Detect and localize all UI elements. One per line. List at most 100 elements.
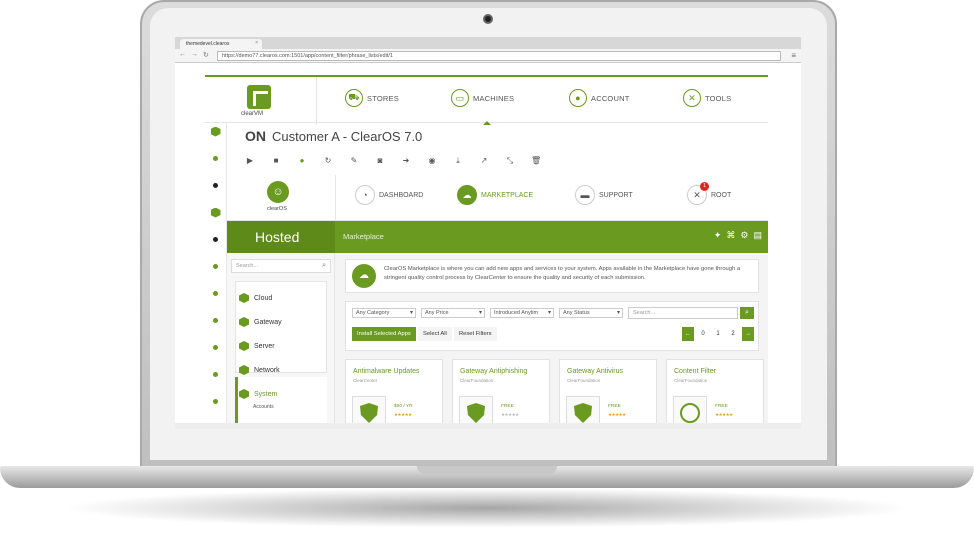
- clearos-logo-text: clearOS: [267, 206, 287, 212]
- title-bar-icons: ✦ ⌘ ⚙ ▤: [714, 230, 762, 241]
- wrench-icon: ✕ 1: [687, 182, 709, 205]
- app-card[interactable]: Gateway Antivirus ClearFoundation FREE ★…: [559, 359, 657, 429]
- rail-status-icon[interactable]: [209, 287, 222, 300]
- rail-status-icon[interactable]: [209, 179, 222, 192]
- page-0[interactable]: 0: [697, 327, 709, 341]
- play-icon[interactable]: ▶: [245, 156, 255, 166]
- shrink-icon[interactable]: ⤡: [505, 156, 515, 166]
- app-price: FREE: [608, 404, 621, 409]
- rail-status-icon[interactable]: [209, 341, 222, 354]
- arrow-right-icon[interactable]: ➜: [401, 156, 411, 166]
- clearos-logo-icon[interactable]: ☺: [267, 181, 289, 203]
- horizontal-scrollbar[interactable]: [175, 423, 801, 429]
- browser-tab[interactable]: themedevel.clearos ×: [180, 39, 262, 49]
- code-icon[interactable]: ⌘: [726, 230, 735, 241]
- back-icon[interactable]: ←: [179, 51, 186, 58]
- shield-icon: [574, 403, 592, 423]
- browser-toolbar: ← → ↻ https://demo77.clearos.com:1501/ap…: [175, 49, 801, 63]
- page-2[interactable]: 2: [727, 327, 739, 341]
- machine-toolbar: ▶ ■ ● ↻ ✎ ◙ ➜ ◉ ⤓ ↗ ⤡ 🗑: [245, 156, 541, 166]
- app-title[interactable]: Content Filter: [674, 368, 716, 375]
- sidebar-item-label: Server: [254, 342, 275, 350]
- sidebar-item-gateway[interactable]: Gateway: [239, 317, 282, 327]
- camera-icon: [483, 14, 493, 24]
- laptop-screen: themedevel.clearos × ← → ↻ https://demo7…: [175, 37, 801, 429]
- pagination: ← 0 1 2 →: [682, 327, 754, 341]
- rail-status-icon[interactable]: [209, 233, 222, 246]
- clearvm-logo[interactable]: clearVM: [205, 77, 317, 125]
- app-title[interactable]: Gateway Antiphishing: [460, 368, 527, 375]
- rail-status-icon[interactable]: [209, 368, 222, 381]
- book-icon[interactable]: ▤: [753, 230, 762, 241]
- app-card[interactable]: Antimalware Updates ClearCenter $50 / YR…: [345, 359, 443, 429]
- edit-icon[interactable]: ✎: [349, 156, 359, 166]
- price-select[interactable]: Any Price: [421, 308, 485, 318]
- nav-tools[interactable]: ✕ TOOLS: [683, 89, 731, 107]
- rail-status-icon[interactable]: [209, 395, 222, 408]
- clearos-icon[interactable]: ●: [297, 156, 307, 166]
- search-button[interactable]: ⌕: [740, 307, 754, 319]
- status-select[interactable]: Any Status: [559, 308, 623, 318]
- nav-stores[interactable]: ⛟ STORES: [345, 89, 399, 107]
- nav-machines-label: MACHINES: [473, 93, 515, 103]
- page-1[interactable]: 1: [712, 327, 724, 341]
- close-icon[interactable]: ×: [255, 40, 258, 46]
- sidebar-item-label: Cloud: [254, 294, 273, 302]
- disc-icon[interactable]: ◉: [427, 156, 437, 166]
- cube-icon: [239, 389, 249, 399]
- machine-name: Customer A - ClearOS 7.0: [272, 129, 423, 144]
- rail-status-icon[interactable]: [209, 314, 222, 327]
- sidebar-system-panel: [235, 377, 327, 429]
- browser-menu-icon[interactable]: ≡: [791, 51, 796, 60]
- globe-search-icon: [680, 403, 700, 423]
- introduced-select[interactable]: Introduced Anytim: [490, 308, 554, 318]
- rail-cube-icon[interactable]: [209, 125, 222, 138]
- nav-stores-label: STORES: [367, 93, 399, 103]
- sidebar-item-system[interactable]: System: [239, 389, 277, 399]
- address-bar[interactable]: https://demo77.clearos.com:1501/app/cont…: [217, 51, 781, 61]
- next-page-icon[interactable]: →: [742, 327, 754, 341]
- forward-icon[interactable]: →: [191, 51, 198, 58]
- app-title[interactable]: Antimalware Updates: [353, 368, 420, 375]
- app-card[interactable]: Gateway Antiphishing ClearFoundation FRE…: [452, 359, 550, 429]
- wand-icon[interactable]: ✦: [714, 230, 722, 241]
- install-selected-button[interactable]: Install Selected Apps: [352, 327, 416, 341]
- camera-icon[interactable]: ◙: [375, 156, 385, 166]
- shield-icon: [467, 403, 485, 423]
- download-icon[interactable]: ⤓: [453, 156, 463, 166]
- gear-icon[interactable]: ⚙: [740, 230, 748, 241]
- sidebar-item-cloud[interactable]: Cloud: [239, 293, 272, 303]
- trash-icon[interactable]: 🗑: [531, 156, 541, 166]
- header-divider: [335, 175, 336, 221]
- prev-page-icon[interactable]: ←: [682, 327, 694, 341]
- rail-status-icon[interactable]: [209, 152, 222, 165]
- rail-cube-icon[interactable]: [209, 206, 222, 219]
- app-rating: ★★★★★: [715, 412, 733, 417]
- share-icon[interactable]: ↗: [479, 156, 489, 166]
- sidebar-search-input[interactable]: Search... ⌕: [231, 259, 331, 273]
- sidebar-item-network[interactable]: Network: [239, 365, 280, 375]
- sidebar-subitem-accounts[interactable]: Accounts: [253, 404, 274, 410]
- nav-dashboard-label: DASHBOARD: [379, 191, 424, 199]
- nav-root[interactable]: ✕ 1 ROOT: [687, 182, 731, 205]
- sidebar-item-server[interactable]: Server: [239, 341, 275, 351]
- category-select[interactable]: Any Category: [352, 308, 416, 318]
- nav-support-label: SUPPORT: [599, 191, 633, 199]
- app-price: $50 / YR: [394, 404, 413, 409]
- sidebar-item-label: Network: [254, 366, 280, 374]
- search-icon[interactable]: ⌕: [322, 262, 326, 270]
- reset-filters-button[interactable]: Reset Filters: [454, 327, 497, 341]
- nav-dashboard[interactable]: ◔ DASHBOARD: [355, 185, 423, 205]
- app-search-input[interactable]: Search...: [628, 307, 738, 319]
- reload-icon[interactable]: ↻: [203, 51, 209, 59]
- nav-account[interactable]: ● ACCOUNT: [569, 89, 629, 107]
- nav-support[interactable]: ▬ SUPPORT: [575, 185, 633, 205]
- app-card[interactable]: Content Filter ClearFoundation FREE ★★★★…: [666, 359, 764, 429]
- rail-status-icon[interactable]: [209, 260, 222, 273]
- nav-machines[interactable]: ▭ MACHINES: [451, 89, 514, 107]
- stop-icon[interactable]: ■: [271, 156, 281, 166]
- refresh-icon[interactable]: ↻: [323, 156, 333, 166]
- app-title[interactable]: Gateway Antivirus: [567, 368, 623, 375]
- nav-marketplace[interactable]: ☁ MARKETPLACE: [457, 185, 533, 205]
- select-all-button[interactable]: Select All: [418, 327, 452, 341]
